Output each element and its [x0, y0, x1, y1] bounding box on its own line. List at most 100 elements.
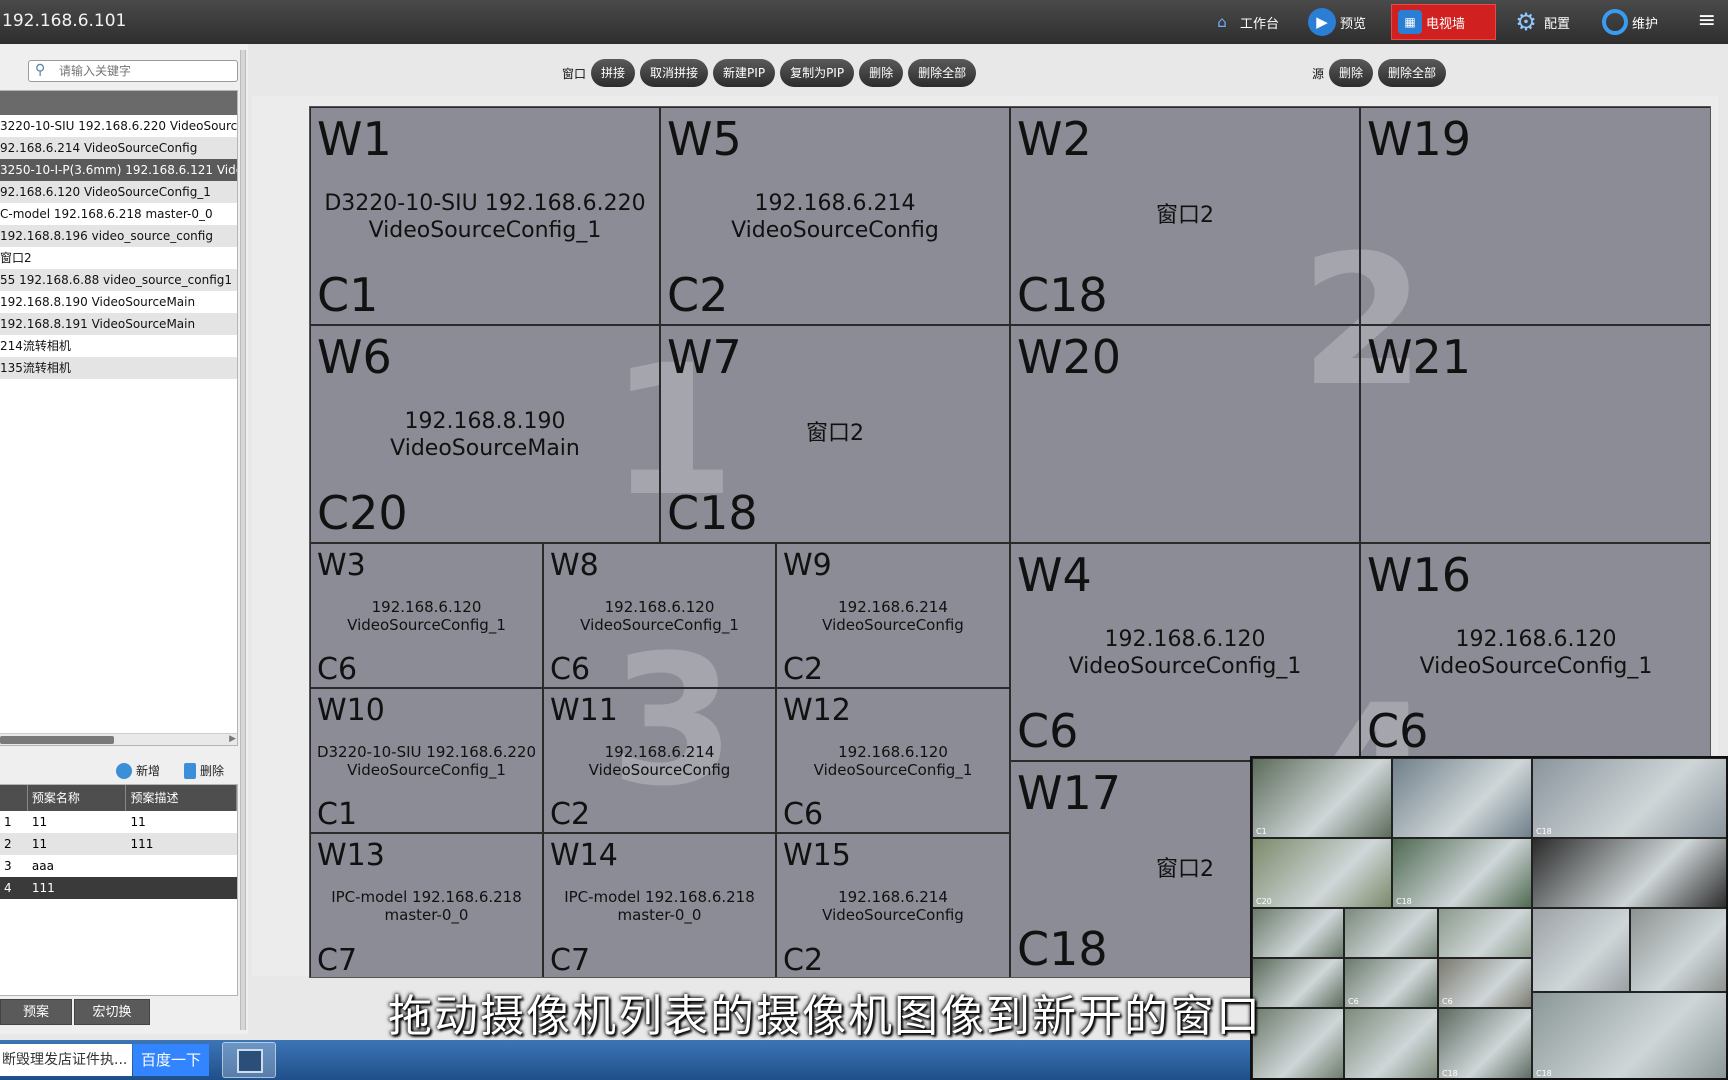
list-item[interactable]: 192.168.8.190 VideoSourceMain	[0, 291, 237, 313]
tab-plan[interactable]: 预案	[0, 999, 72, 1025]
preview-thumbnail[interactable]	[1532, 838, 1726, 908]
list-item[interactable]: 55 192.168.6.88 video_source_config1	[0, 269, 237, 291]
scrollbar-thumb[interactable]	[0, 736, 114, 744]
list-item[interactable]: 92.168.6.214 VideoSourceConfig	[0, 137, 237, 159]
preview-thumbnail[interactable]	[1344, 908, 1438, 958]
source-line-2: VideoSourceConfig	[822, 906, 964, 924]
preview-thumbnail[interactable]: C18	[1532, 758, 1726, 838]
bottom-tabs: 预案 宏切换	[0, 999, 152, 1025]
channel-id: C7	[550, 943, 591, 978]
hamburger-menu-icon[interactable]: ≡	[1698, 8, 1716, 33]
window-id: W6	[317, 330, 392, 384]
search-input[interactable]	[59, 63, 229, 79]
nav-maintenance[interactable]: 维护	[1596, 4, 1664, 40]
wall-window-w6[interactable]: W6 192.168.8.190 VideoSourceMain C20	[310, 325, 660, 543]
preview-thumbnail[interactable]: C18	[1392, 838, 1532, 908]
wall-window-w16[interactable]: W16 192.168.6.120 VideoSourceConfig_1 C6	[1360, 543, 1710, 761]
nav-workbench[interactable]: ⌂ 工作台	[1202, 4, 1285, 40]
host-address: 192.168.6.101	[2, 11, 127, 31]
wall-window-w2[interactable]: W2 窗口2 C18	[1010, 107, 1360, 325]
list-item[interactable]: 214流转相机	[0, 335, 237, 357]
wall-window-w12[interactable]: W12 192.168.6.120 VideoSourceConfig_1 C6	[776, 688, 1010, 833]
list-item[interactable]: 92.168.6.120 VideoSourceConfig_1	[0, 181, 237, 203]
window-id: W2	[1017, 112, 1092, 166]
nav-preview[interactable]: ▶ 预览	[1302, 4, 1372, 40]
source-line-1: 192.168.6.214	[604, 743, 715, 761]
wall-window-w11[interactable]: W11 192.168.6.214 VideoSourceConfig C2	[543, 688, 776, 833]
preview-thumbnail[interactable]	[1438, 908, 1532, 958]
list-item[interactable]: 192.168.8.196 video_source_config	[0, 225, 237, 247]
horizontal-scrollbar[interactable]: ▶	[0, 733, 237, 745]
list-item[interactable]: C-model 192.168.6.218 master-0_0	[0, 203, 237, 225]
taskbar-search-input[interactable]: 断毁理发店证件执...	[0, 1044, 132, 1076]
panel-splitter[interactable]	[240, 50, 246, 1030]
search-box[interactable]: ⚲	[28, 60, 238, 82]
nav-tv-wall[interactable]: ▦ 电视墙	[1391, 4, 1496, 40]
wall-window-w14[interactable]: W14 IPC-model 192.168.6.218 master-0_0 C7	[543, 833, 776, 978]
source-line-1: 192.168.6.120	[604, 598, 715, 616]
channel-id: C6	[550, 652, 591, 687]
table-row[interactable]: 2 11 111	[0, 833, 237, 855]
wall-window-w21[interactable]: W21	[1360, 325, 1710, 543]
preview-thumbnail[interactable]	[1252, 958, 1344, 1008]
wall-window-w13[interactable]: W13 IPC-model 192.168.6.218 master-0_0 C7	[310, 833, 543, 977]
new-pip-button[interactable]: 新建PIP	[713, 59, 776, 87]
preview-thumbnail[interactable]	[1392, 758, 1532, 838]
wall-window-w4[interactable]: W4 192.168.6.120 VideoSourceConfig_1 C6	[1010, 543, 1360, 761]
add-plan-button[interactable]: 新增	[116, 762, 160, 779]
channel-id: C2	[550, 797, 591, 832]
wall-window-w5[interactable]: W5 192.168.6.214 VideoSourceConfig C2	[660, 107, 1010, 325]
wall-window-w15[interactable]: W15 192.168.6.214 VideoSourceConfig C2	[776, 833, 1010, 977]
preview-thumbnail[interactable]: C20	[1252, 838, 1392, 908]
list-item[interactable]: 窗口2	[0, 247, 237, 269]
delete-all-windows-button[interactable]: 删除全部	[908, 59, 977, 87]
preview-thumbnail[interactable]	[1252, 908, 1344, 958]
nav-config[interactable]: ⚙ 配置	[1506, 4, 1576, 40]
unstitch-button[interactable]: 取消拼接	[640, 59, 709, 87]
wall-window-w10[interactable]: W10 D3220-10-SIU 192.168.6.220 VideoSource…	[310, 688, 543, 833]
stitch-button[interactable]: 拼接	[591, 59, 636, 87]
wall-window-w8[interactable]: W8 192.168.6.120 VideoSourceConfig_1 C6	[543, 543, 776, 688]
nav-label: 预览	[1340, 16, 1367, 32]
preview-thumbnail[interactable]	[1252, 1008, 1344, 1078]
home-icon: ⌂	[1217, 13, 1227, 31]
baidu-search-button[interactable]: 百度一下	[133, 1044, 209, 1076]
list-item[interactable]: 3220-10-SIU 192.168.6.220 VideoSourceCo	[0, 115, 237, 137]
list-item[interactable]: 135流转相机	[0, 357, 237, 379]
wall-window-w20[interactable]: W20	[1010, 325, 1360, 543]
delete-source-button[interactable]: 删除	[1329, 59, 1374, 87]
wall-window-w3[interactable]: W3 192.168.6.120 VideoSourceConfig_1 C6	[310, 543, 543, 688]
wall-window-w1[interactable]: W1 D3220-10-SIU 192.168.6.220 VideoSourceC…	[310, 107, 660, 325]
preview-thumbnail[interactable]	[1532, 908, 1630, 992]
source-line-2: master-0_0	[617, 906, 702, 924]
preview-thumbnail[interactable]	[1344, 1008, 1438, 1078]
preview-thumbnail[interactable]	[1630, 908, 1726, 992]
preview-thumbnail[interactable]: C1	[1252, 758, 1392, 838]
delete-all-sources-button[interactable]: 删除全部	[1378, 59, 1447, 87]
channel-id: C18	[1017, 268, 1108, 322]
wall-window-w7[interactable]: W7 窗口2 C18	[660, 325, 1010, 543]
play-icon: ▶	[1308, 8, 1336, 36]
source-line-1: 192.168.6.120	[1104, 627, 1266, 652]
list-item[interactable]: 3250-10-I-P(3.6mm) 192.168.6.121 VideoSo	[0, 159, 237, 181]
delete-plan-button[interactable]: 删除	[184, 762, 224, 779]
wall-window-w9[interactable]: W9 192.168.6.214 VideoSourceConfig C2	[776, 543, 1010, 688]
table-row[interactable]: 3 aaa	[0, 855, 237, 877]
tab-macro-switch[interactable]: 宏切换	[74, 999, 150, 1025]
preview-thumbnail[interactable]: C18	[1532, 992, 1726, 1078]
source-line-2: VideoSourceConfig_1	[368, 218, 602, 243]
table-row[interactable]: 1 11 11	[0, 811, 237, 833]
table-row[interactable]: 4 111	[0, 877, 237, 899]
copy-as-pip-button[interactable]: 复制为PIP	[780, 59, 855, 87]
scroll-right-icon[interactable]: ▶	[229, 734, 236, 744]
preview-thumbnail[interactable]: C18	[1438, 1008, 1532, 1078]
delete-window-button[interactable]: 删除	[859, 59, 904, 87]
channel-id: C1	[317, 268, 379, 322]
preview-thumbnail[interactable]: C6	[1344, 958, 1438, 1008]
window-id: W9	[783, 548, 832, 583]
window-id: W5	[667, 112, 742, 166]
preview-thumbnail[interactable]: C6	[1438, 958, 1532, 1008]
wall-window-w19[interactable]: W19	[1360, 107, 1710, 325]
list-item[interactable]: 192.168.8.191 VideoSourceMain	[0, 313, 237, 335]
taskbar-app-button[interactable]	[222, 1042, 276, 1078]
